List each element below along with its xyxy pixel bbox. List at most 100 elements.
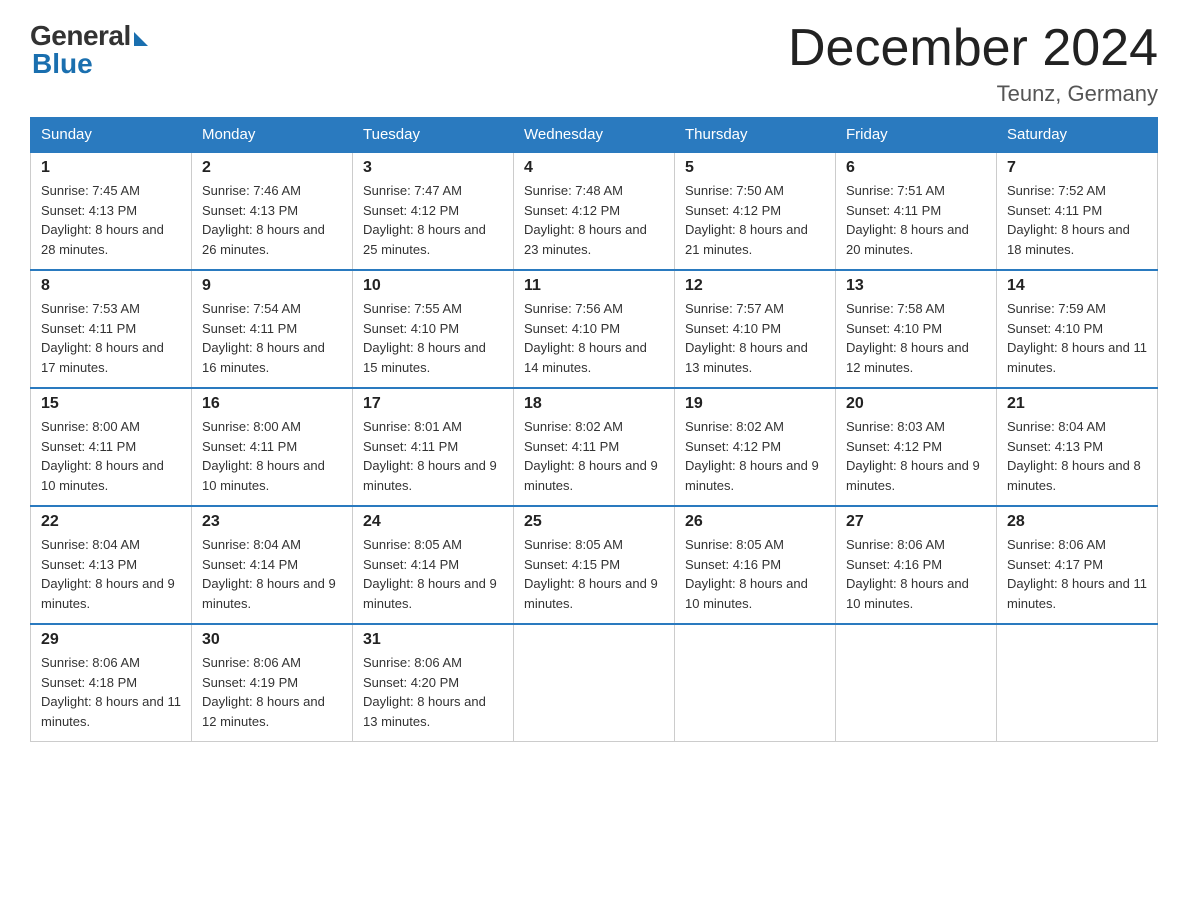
- day-number: 24: [363, 513, 503, 531]
- day-number: 8: [41, 277, 181, 295]
- calendar-week-row: 15Sunrise: 8:00 AMSunset: 4:11 PMDayligh…: [31, 388, 1158, 506]
- day-info: Sunrise: 8:01 AMSunset: 4:11 PMDaylight:…: [363, 417, 503, 495]
- calendar-day-23: 23Sunrise: 8:04 AMSunset: 4:14 PMDayligh…: [192, 506, 353, 624]
- day-number: 14: [1007, 277, 1147, 295]
- column-header-sunday: Sunday: [31, 118, 192, 153]
- calendar-day-2: 2 Sunrise: 7:46 AMSunset: 4:13 PMDaylight…: [192, 152, 353, 270]
- day-info: Sunrise: 7:52 AMSunset: 4:11 PMDaylight:…: [1007, 181, 1147, 259]
- calendar-day-20: 20Sunrise: 8:03 AMSunset: 4:12 PMDayligh…: [836, 388, 997, 506]
- calendar-week-row: 29 Sunrise: 8:06 AMSunset: 4:18 PMDayligh…: [31, 624, 1158, 742]
- day-number: 26: [685, 513, 825, 531]
- calendar-day-26: 26 Sunrise: 8:05 AMSunset: 4:16 PMDayligh…: [675, 506, 836, 624]
- day-number: 7: [1007, 159, 1147, 177]
- column-header-wednesday: Wednesday: [514, 118, 675, 153]
- day-number: 10: [363, 277, 503, 295]
- day-info: Sunrise: 8:05 AMSunset: 4:16 PMDaylight:…: [685, 535, 825, 613]
- calendar-header-row: SundayMondayTuesdayWednesdayThursdayFrid…: [31, 118, 1158, 153]
- calendar-day-empty: [514, 624, 675, 742]
- column-header-monday: Monday: [192, 118, 353, 153]
- day-info: Sunrise: 8:06 AMSunset: 4:19 PMDaylight:…: [202, 653, 342, 731]
- day-info: Sunrise: 7:56 AMSunset: 4:10 PMDaylight:…: [524, 299, 664, 377]
- calendar-day-5: 5 Sunrise: 7:50 AMSunset: 4:12 PMDaylight…: [675, 152, 836, 270]
- column-header-thursday: Thursday: [675, 118, 836, 153]
- calendar-day-15: 15Sunrise: 8:00 AMSunset: 4:11 PMDayligh…: [31, 388, 192, 506]
- title-area: December 2024 Teunz, Germany: [788, 20, 1158, 107]
- day-number: 9: [202, 277, 342, 295]
- day-number: 4: [524, 159, 664, 177]
- day-number: 17: [363, 395, 503, 413]
- day-info: Sunrise: 7:45 AMSunset: 4:13 PMDaylight:…: [41, 181, 181, 259]
- day-info: Sunrise: 8:02 AMSunset: 4:11 PMDaylight:…: [524, 417, 664, 495]
- calendar-day-28: 28 Sunrise: 8:06 AMSunset: 4:17 PMDayligh…: [997, 506, 1158, 624]
- day-number: 30: [202, 631, 342, 649]
- day-number: 16: [202, 395, 342, 413]
- calendar-day-empty: [997, 624, 1158, 742]
- calendar-day-10: 10 Sunrise: 7:55 AMSunset: 4:10 PMDayligh…: [353, 270, 514, 388]
- day-number: 29: [41, 631, 181, 649]
- day-number: 13: [846, 277, 986, 295]
- calendar-day-21: 21Sunrise: 8:04 AMSunset: 4:13 PMDayligh…: [997, 388, 1158, 506]
- day-number: 28: [1007, 513, 1147, 531]
- calendar-day-4: 4Sunrise: 7:48 AMSunset: 4:12 PMDaylight…: [514, 152, 675, 270]
- calendar-day-22: 22 Sunrise: 8:04 AMSunset: 4:13 PMDayligh…: [31, 506, 192, 624]
- day-info: Sunrise: 8:03 AMSunset: 4:12 PMDaylight:…: [846, 417, 986, 495]
- calendar-week-row: 8 Sunrise: 7:53 AMSunset: 4:11 PMDaylight…: [31, 270, 1158, 388]
- calendar-day-25: 25Sunrise: 8:05 AMSunset: 4:15 PMDayligh…: [514, 506, 675, 624]
- calendar-day-27: 27 Sunrise: 8:06 AMSunset: 4:16 PMDayligh…: [836, 506, 997, 624]
- day-number: 1: [41, 159, 181, 177]
- calendar-day-14: 14Sunrise: 7:59 AMSunset: 4:10 PMDayligh…: [997, 270, 1158, 388]
- day-info: Sunrise: 8:05 AMSunset: 4:15 PMDaylight:…: [524, 535, 664, 613]
- day-info: Sunrise: 7:53 AMSunset: 4:11 PMDaylight:…: [41, 299, 181, 377]
- column-header-tuesday: Tuesday: [353, 118, 514, 153]
- calendar-day-11: 11 Sunrise: 7:56 AMSunset: 4:10 PMDayligh…: [514, 270, 675, 388]
- day-info: Sunrise: 8:06 AMSunset: 4:18 PMDaylight:…: [41, 653, 181, 731]
- day-info: Sunrise: 7:55 AMSunset: 4:10 PMDaylight:…: [363, 299, 503, 377]
- day-info: Sunrise: 8:06 AMSunset: 4:17 PMDaylight:…: [1007, 535, 1147, 613]
- day-number: 11: [524, 277, 664, 295]
- column-header-saturday: Saturday: [997, 118, 1158, 153]
- day-info: Sunrise: 7:51 AMSunset: 4:11 PMDaylight:…: [846, 181, 986, 259]
- day-info: Sunrise: 8:06 AMSunset: 4:16 PMDaylight:…: [846, 535, 986, 613]
- calendar-day-6: 6 Sunrise: 7:51 AMSunset: 4:11 PMDaylight…: [836, 152, 997, 270]
- day-number: 27: [846, 513, 986, 531]
- calendar-day-18: 18 Sunrise: 8:02 AMSunset: 4:11 PMDayligh…: [514, 388, 675, 506]
- day-number: 12: [685, 277, 825, 295]
- calendar-day-1: 1 Sunrise: 7:45 AMSunset: 4:13 PMDaylight…: [31, 152, 192, 270]
- day-info: Sunrise: 8:00 AMSunset: 4:11 PMDaylight:…: [41, 417, 181, 495]
- day-number: 5: [685, 159, 825, 177]
- logo: General Blue: [30, 20, 148, 80]
- calendar-day-13: 13Sunrise: 7:58 AMSunset: 4:10 PMDayligh…: [836, 270, 997, 388]
- logo-arrow-icon: [134, 32, 148, 46]
- page-header: General Blue December 2024 Teunz, German…: [30, 20, 1158, 107]
- calendar-table: SundayMondayTuesdayWednesdayThursdayFrid…: [30, 117, 1158, 742]
- calendar-day-empty: [675, 624, 836, 742]
- location-subtitle: Teunz, Germany: [788, 81, 1158, 107]
- day-number: 18: [524, 395, 664, 413]
- day-info: Sunrise: 8:04 AMSunset: 4:13 PMDaylight:…: [1007, 417, 1147, 495]
- day-number: 19: [685, 395, 825, 413]
- calendar-week-row: 1 Sunrise: 7:45 AMSunset: 4:13 PMDaylight…: [31, 152, 1158, 270]
- day-number: 6: [846, 159, 986, 177]
- calendar-day-30: 30 Sunrise: 8:06 AMSunset: 4:19 PMDayligh…: [192, 624, 353, 742]
- day-info: Sunrise: 7:57 AMSunset: 4:10 PMDaylight:…: [685, 299, 825, 377]
- calendar-day-17: 17 Sunrise: 8:01 AMSunset: 4:11 PMDayligh…: [353, 388, 514, 506]
- month-title: December 2024: [788, 20, 1158, 77]
- day-info: Sunrise: 7:46 AMSunset: 4:13 PMDaylight:…: [202, 181, 342, 259]
- day-info: Sunrise: 8:00 AMSunset: 4:11 PMDaylight:…: [202, 417, 342, 495]
- day-info: Sunrise: 7:54 AMSunset: 4:11 PMDaylight:…: [202, 299, 342, 377]
- day-info: Sunrise: 8:04 AMSunset: 4:14 PMDaylight:…: [202, 535, 342, 613]
- day-info: Sunrise: 8:06 AMSunset: 4:20 PMDaylight:…: [363, 653, 503, 731]
- day-number: 2: [202, 159, 342, 177]
- calendar-day-3: 3Sunrise: 7:47 AMSunset: 4:12 PMDaylight…: [353, 152, 514, 270]
- calendar-day-8: 8 Sunrise: 7:53 AMSunset: 4:11 PMDaylight…: [31, 270, 192, 388]
- calendar-day-12: 12 Sunrise: 7:57 AMSunset: 4:10 PMDayligh…: [675, 270, 836, 388]
- day-number: 22: [41, 513, 181, 531]
- calendar-day-29: 29 Sunrise: 8:06 AMSunset: 4:18 PMDayligh…: [31, 624, 192, 742]
- day-info: Sunrise: 8:04 AMSunset: 4:13 PMDaylight:…: [41, 535, 181, 613]
- calendar-day-16: 16 Sunrise: 8:00 AMSunset: 4:11 PMDayligh…: [192, 388, 353, 506]
- calendar-day-31: 31Sunrise: 8:06 AMSunset: 4:20 PMDayligh…: [353, 624, 514, 742]
- day-info: Sunrise: 7:47 AMSunset: 4:12 PMDaylight:…: [363, 181, 503, 259]
- logo-blue-text: Blue: [32, 48, 93, 80]
- calendar-day-19: 19Sunrise: 8:02 AMSunset: 4:12 PMDayligh…: [675, 388, 836, 506]
- day-info: Sunrise: 7:50 AMSunset: 4:12 PMDaylight:…: [685, 181, 825, 259]
